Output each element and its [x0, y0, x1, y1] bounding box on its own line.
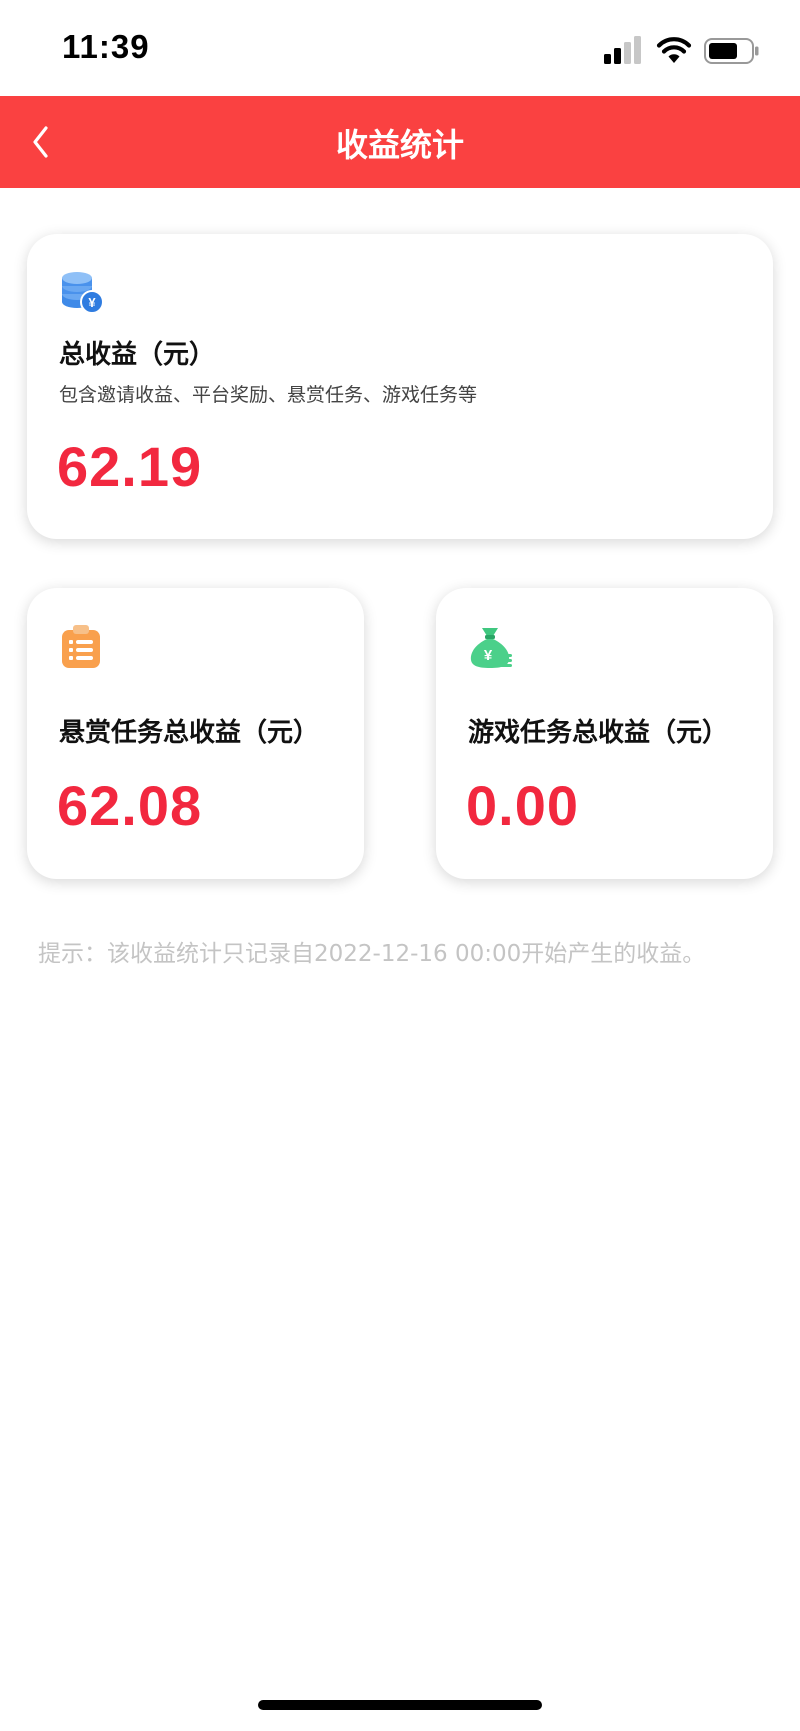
total-income-description: 包含邀请收益、平台奖励、悬赏任务、游戏任务等: [59, 384, 478, 406]
game-task-income-value: 0.00: [466, 774, 579, 837]
app-header: 收益统计: [0, 96, 800, 188]
statistics-tip: 提示：该收益统计只记录自2022-12-16 00:00开始产生的收益。: [38, 941, 706, 967]
total-income-card[interactable]: ¥ 总收益（元） 包含邀请收益、平台奖励、悬赏任务、游戏任务等 62.19: [27, 234, 773, 539]
signal-icon: [604, 36, 641, 64]
page-title: 收益统计: [335, 126, 464, 164]
battery-icon: [704, 38, 759, 64]
status-time: 11:39: [62, 28, 150, 65]
wifi-icon: [656, 37, 692, 63]
clipboard-list-icon: [62, 625, 100, 668]
game-task-income-label: 游戏任务总收益（元）: [468, 718, 729, 748]
reward-task-income-card[interactable]: 悬赏任务总收益（元） 62.08: [27, 588, 364, 879]
reward-task-income-value: 62.08: [57, 774, 203, 837]
svg-text:¥: ¥: [88, 295, 96, 310]
status-icons: [604, 36, 764, 66]
total-income-value: 62.19: [57, 435, 203, 498]
total-income-label: 总收益（元）: [59, 340, 216, 370]
home-indicator[interactable]: [258, 1700, 542, 1710]
status-bar: 11:39: [0, 0, 800, 96]
svg-text:¥: ¥: [484, 647, 493, 664]
reward-task-income-label: 悬赏任务总收益（元）: [59, 718, 320, 748]
coins-yuan-icon: ¥: [62, 272, 104, 314]
money-bag-icon: ¥: [470, 628, 512, 668]
game-task-income-card[interactable]: ¥ 游戏任务总收益（元） 0.00: [436, 588, 773, 879]
